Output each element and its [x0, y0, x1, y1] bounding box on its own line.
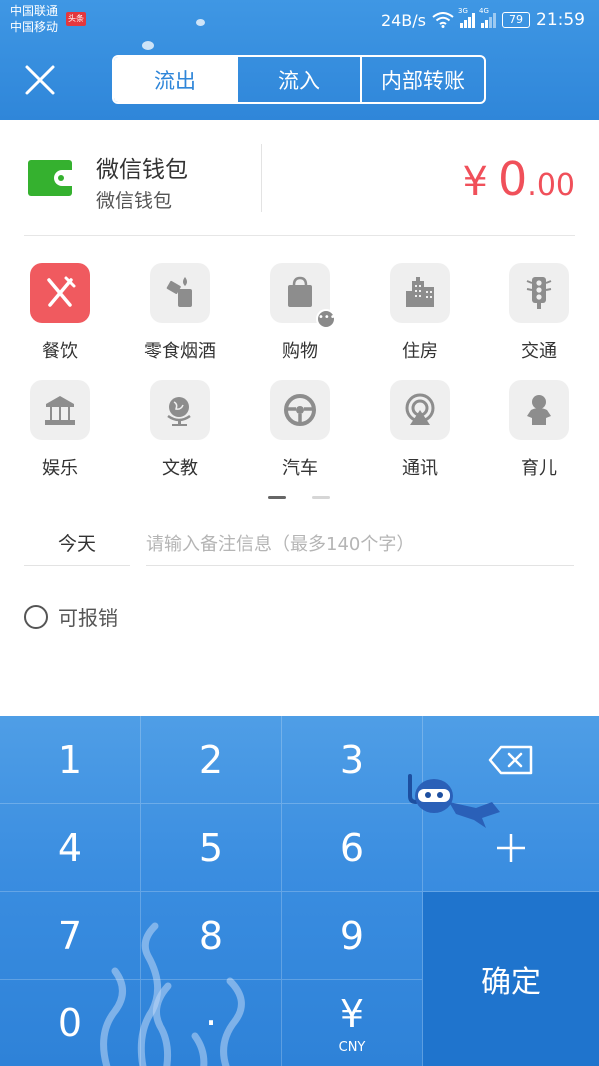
- tab-internal-transfer[interactable]: 内部转账: [360, 57, 484, 102]
- category-label: 零食烟酒: [144, 341, 216, 362]
- amount-integer: 0: [498, 152, 528, 206]
- category-telecom[interactable]: 通讯: [360, 380, 480, 490]
- currency-key-symbol: ¥: [339, 991, 365, 1036]
- currency-symbol: ¥: [462, 159, 488, 205]
- category-label: 文教: [162, 458, 198, 479]
- close-icon: [25, 65, 55, 95]
- key-1[interactable]: 1: [0, 716, 141, 804]
- type-tabs: 流出 流入 内部转账: [112, 55, 486, 104]
- key-0[interactable]: 0: [0, 980, 141, 1066]
- account-subtitle: 微信钱包: [96, 190, 173, 212]
- globe-icon: [167, 397, 191, 426]
- building-icon: [406, 277, 434, 307]
- key-6[interactable]: 6: [282, 804, 423, 892]
- category-dining[interactable]: 餐饮: [0, 263, 120, 373]
- category-label: 育儿: [521, 458, 557, 479]
- category-label: 交通: [521, 341, 557, 362]
- category-label: 娱乐: [42, 458, 78, 479]
- category-label: 汽车: [282, 458, 318, 479]
- category-snacks[interactable]: 零食烟酒: [120, 263, 240, 373]
- currency-button[interactable]: ¥ CNY: [282, 980, 423, 1066]
- decor-bubble: [142, 41, 154, 50]
- page-dot-1[interactable]: [268, 496, 286, 499]
- carrier-1: 中国联通: [10, 4, 59, 18]
- key-9[interactable]: 9: [282, 892, 423, 980]
- category-education[interactable]: 文教: [120, 380, 240, 490]
- battery-icon: 79: [502, 12, 530, 28]
- carriers: 中国联通 中国移动: [10, 3, 58, 35]
- page-dot-2[interactable]: [312, 496, 330, 499]
- key-4[interactable]: 4: [0, 804, 141, 892]
- diver-mascot-decoration: [408, 774, 500, 828]
- category-shopping[interactable]: ••• 购物: [240, 263, 360, 373]
- baby-icon: [527, 395, 551, 425]
- category-housing[interactable]: 住房: [360, 263, 480, 373]
- close-button[interactable]: [22, 62, 58, 98]
- tab-inflow[interactable]: 流入: [236, 57, 360, 102]
- category-label: 通讯: [402, 458, 438, 479]
- key-7[interactable]: 7: [0, 892, 141, 980]
- divider: [261, 144, 262, 212]
- signal-1-tag: 3G: [458, 7, 468, 15]
- clock: 21:59: [536, 10, 585, 30]
- reimbursable-toggle[interactable]: 可报销: [24, 602, 118, 631]
- key-5[interactable]: 5: [141, 804, 282, 892]
- page-indicator: [268, 496, 330, 499]
- carrier-2: 中国移动: [10, 20, 59, 34]
- news-app-badge: 头条: [66, 12, 86, 26]
- key-decimal[interactable]: ·: [141, 980, 282, 1066]
- amount-decimal: .00: [527, 168, 575, 203]
- status-indicators: 24B/s 3G 4G 79 21:59: [380, 7, 585, 32]
- category-childcare[interactable]: 育儿: [479, 380, 599, 490]
- account-name[interactable]: 微信钱包: [96, 150, 188, 184]
- carousel-icon: [45, 396, 75, 425]
- backspace-icon: [488, 745, 533, 774]
- key-2[interactable]: 2: [141, 716, 282, 804]
- key-8[interactable]: 8: [141, 892, 282, 980]
- reimbursable-label: 可报销: [58, 606, 118, 630]
- category-entertainment[interactable]: 娱乐: [0, 380, 120, 490]
- more-icon: •••: [316, 309, 336, 329]
- wallet-icon: [28, 160, 72, 196]
- broadcast-icon: [405, 393, 435, 425]
- lighter-icon: [166, 277, 192, 307]
- plus-icon: [497, 833, 525, 862]
- shopping-bag-icon: [288, 276, 312, 307]
- category-car[interactable]: 汽车: [240, 380, 360, 490]
- signal-1-icon: 3G: [458, 7, 475, 28]
- fork-knife-icon: [47, 276, 76, 307]
- reimbursable-radio[interactable]: [24, 604, 48, 629]
- category-label: 餐饮: [42, 341, 78, 362]
- note-input[interactable]: [146, 524, 574, 566]
- steering-wheel-icon: [284, 394, 316, 426]
- confirm-button[interactable]: 确定: [423, 892, 599, 1066]
- currency-code: CNY: [338, 1039, 366, 1055]
- key-3[interactable]: 3: [282, 716, 423, 804]
- category-transport[interactable]: 交通: [479, 263, 599, 373]
- category-label: 购物: [282, 341, 318, 362]
- tab-outflow[interactable]: 流出: [114, 57, 236, 102]
- signal-2-tag: 4G: [479, 7, 489, 15]
- date-button[interactable]: 今天: [24, 524, 130, 566]
- account-row: 微信钱包 微信钱包 ¥ 0 .00: [24, 140, 575, 236]
- category-label: 住房: [402, 341, 438, 362]
- signal-2-icon: 4G: [479, 7, 496, 28]
- amount-display[interactable]: ¥ 0 .00: [463, 152, 575, 206]
- wifi-icon: [432, 12, 454, 28]
- number-keypad: 1 2 3 4 5 6 7 8 9 0 · ¥ CNY 确定: [0, 716, 599, 1066]
- status-bar: 中国联通 中国移动 头条 24B/s 3G 4G 79 21:59: [0, 0, 599, 40]
- traffic-light-icon: [526, 277, 552, 309]
- header: 中国联通 中国移动 头条 24B/s 3G 4G 79 21:59 流出 流入 …: [0, 0, 599, 120]
- net-speed: 24B/s: [380, 10, 426, 30]
